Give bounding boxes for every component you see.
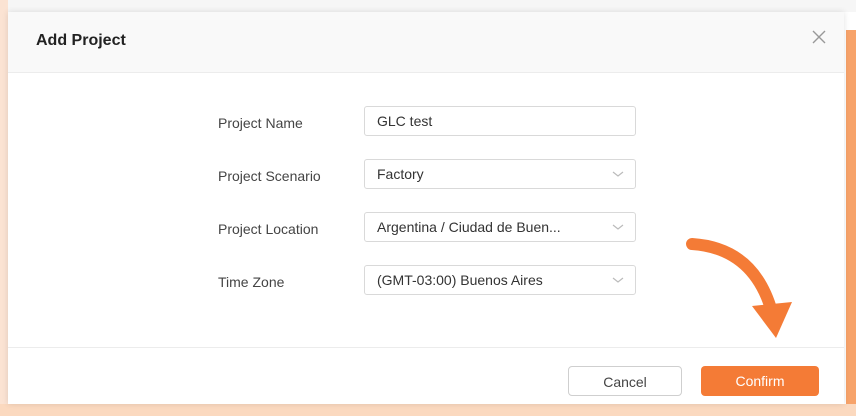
- close-icon[interactable]: [808, 26, 830, 48]
- project-location-select[interactable]: Argentina / Ciudad de Buen...: [364, 212, 636, 242]
- time-zone-select[interactable]: (GMT-03:00) Buenos Aires: [364, 265, 636, 295]
- chevron-down-icon: [611, 221, 625, 233]
- time-zone-label: Time Zone: [218, 274, 285, 290]
- project-location-value: Argentina / Ciudad de Buen...: [377, 219, 561, 235]
- background-right: [846, 30, 856, 416]
- add-project-dialog: Add Project Project Name GLC test Projec…: [8, 12, 844, 404]
- cancel-button[interactable]: Cancel: [568, 366, 682, 396]
- background-left: [0, 0, 8, 416]
- background-top: [0, 0, 856, 12]
- footer-divider: [8, 347, 844, 348]
- project-name-label: Project Name: [218, 115, 303, 131]
- pointer-arrow-icon: [686, 238, 792, 338]
- dialog-title: Add Project: [36, 32, 126, 49]
- chevron-down-icon: [611, 168, 625, 180]
- time-zone-value: (GMT-03:00) Buenos Aires: [377, 272, 543, 288]
- project-scenario-value: Factory: [377, 166, 424, 182]
- chevron-down-icon: [611, 274, 625, 286]
- project-location-label: Project Location: [218, 221, 319, 237]
- background-bottom: [0, 404, 856, 416]
- project-name-row: Project Name GLC test: [8, 106, 844, 142]
- confirm-button[interactable]: Confirm: [701, 366, 819, 396]
- project-scenario-label: Project Scenario: [218, 168, 321, 184]
- project-name-input[interactable]: GLC test: [364, 106, 636, 136]
- project-scenario-select[interactable]: Factory: [364, 159, 636, 189]
- dialog-header: Add Project: [8, 12, 844, 73]
- project-scenario-row: Project Scenario Factory: [8, 159, 844, 195]
